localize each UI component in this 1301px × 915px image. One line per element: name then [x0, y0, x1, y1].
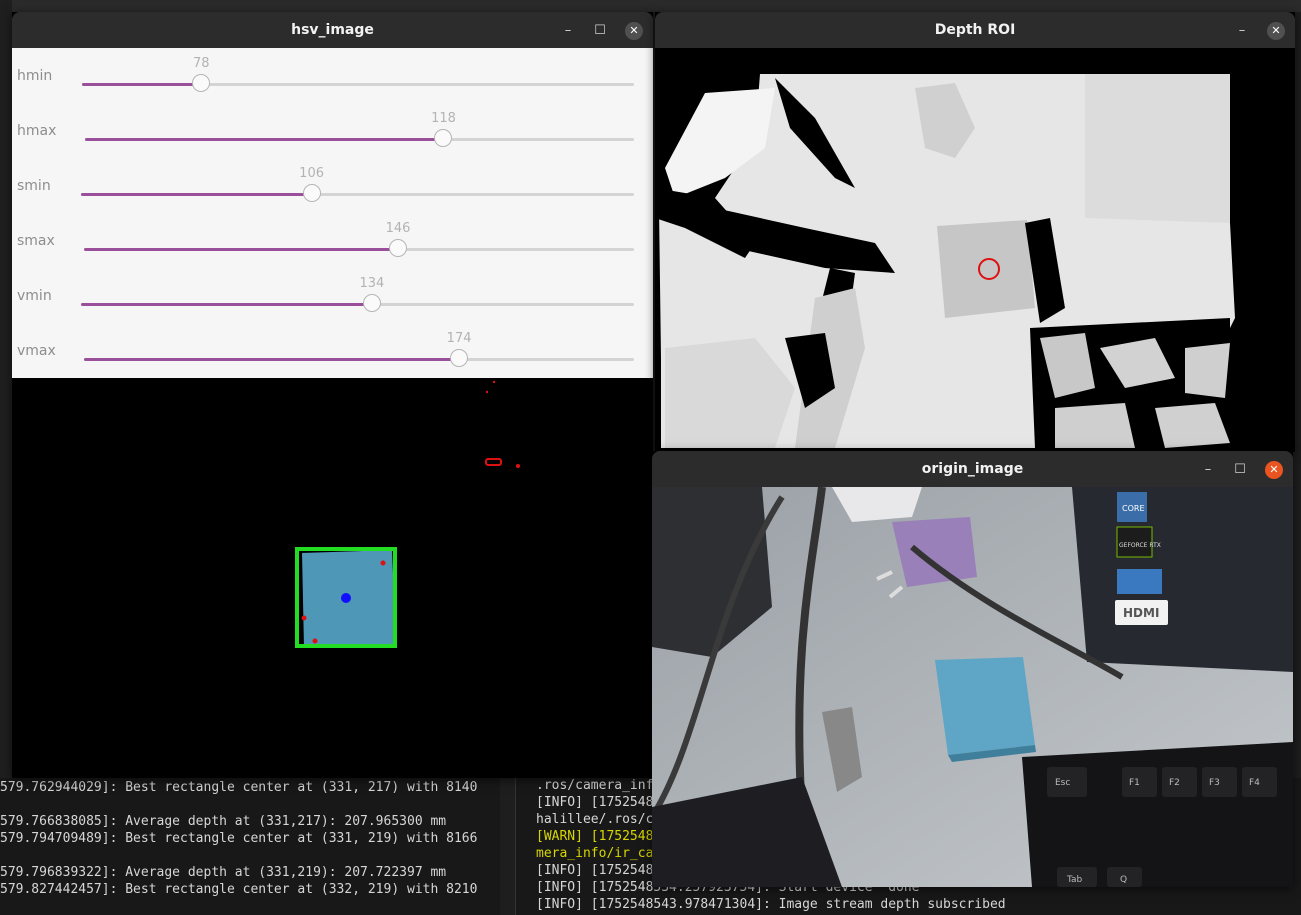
trackbar-label: smax: [17, 233, 55, 249]
trackbar-smax[interactable]: smax 146: [12, 213, 653, 268]
terminal-line: 579.827442457]: Best rectangle center at…: [0, 882, 478, 897]
trackbar-fill: [84, 358, 460, 361]
trackbar-track[interactable]: [82, 74, 634, 92]
trackbar-value: 174: [446, 331, 472, 346]
noise-dot: [485, 390, 489, 394]
terminal-left[interactable]: 579.762944029]: Best rectangle center at…: [0, 778, 500, 915]
terminal-line: 579.762944029]: Best rectangle center at…: [0, 780, 478, 795]
trackbar-vmax[interactable]: vmax 174: [12, 323, 653, 378]
trackbar-fill: [82, 83, 202, 86]
depth-window-titlebar[interactable]: Depth ROI – ✕: [655, 12, 1295, 48]
core-badge-text: CORE: [1122, 504, 1145, 513]
noise-dot: [516, 464, 520, 468]
geforce-badge-text: GEFORCE RTX: [1119, 542, 1161, 549]
terminal-line: [WARN] [1752548: [536, 829, 654, 844]
key-q: Q: [1120, 875, 1127, 885]
maximize-icon[interactable]: ☐: [1231, 461, 1249, 479]
purple-charger: [892, 517, 977, 587]
key-f2: F2: [1169, 778, 1180, 788]
trackbar-track[interactable]: [84, 239, 634, 257]
trackbar-handle[interactable]: [389, 239, 408, 257]
trackbar-smin[interactable]: smin 106: [12, 158, 653, 213]
trackbar-value: 134: [359, 276, 385, 291]
origin-image-window[interactable]: origin_image – ☐ ✕ CORE GEFORCE RTX HDMI: [652, 451, 1293, 887]
camera-color-image: CORE GEFORCE RTX HDMI Esc F1 F2 F3 F4 Ta…: [652, 486, 1293, 887]
trackbar-label: vmin: [17, 288, 52, 304]
trackbar-track[interactable]: [81, 294, 634, 312]
hdmi-text: HDMI: [1123, 606, 1159, 620]
origin-window-titlebar[interactable]: origin_image – ☐ ✕: [652, 451, 1293, 487]
hsv-image-window[interactable]: hsv_image – ☐ ✕ hmin 78 hmax 118 smin 106 smax…: [12, 12, 653, 778]
terminal-line: 579.794709489]: Best rectangle center at…: [0, 831, 478, 846]
terminal-line: 579.796839322]: Average depth at (331,21…: [0, 865, 447, 880]
terminal-line: mera_info/ir_ca: [536, 846, 654, 861]
trackbar-vmin[interactable]: vmin 134: [12, 268, 653, 323]
trackbar-handle[interactable]: [362, 294, 381, 312]
trackbar-handle[interactable]: [302, 184, 321, 202]
hsv-mask-view: [12, 378, 653, 778]
trackbar-panel: hmin 78 hmax 118 smin 106 smax 146 vmin 134 vmax 17…: [12, 48, 653, 378]
maximize-icon[interactable]: ☐: [591, 22, 609, 40]
corner-dot: [312, 638, 318, 644]
depth-roi-window[interactable]: Depth ROI – ✕: [655, 12, 1295, 452]
terminal-line: .ros/camera_inf: [536, 778, 654, 793]
trackbar-track[interactable]: [81, 184, 634, 202]
trackbar-label: hmax: [17, 123, 57, 139]
trackbar-handle[interactable]: [450, 349, 469, 367]
minimize-icon[interactable]: –: [1233, 22, 1251, 40]
terminal-line: [INFO] [1752548543.978471304]: Image str…: [536, 897, 1006, 912]
trackbar-fill: [81, 303, 372, 306]
close-icon[interactable]: ✕: [625, 22, 643, 40]
detection-center-dot: [341, 593, 351, 603]
trackbar-value: 118: [431, 111, 456, 126]
close-icon[interactable]: ✕: [1267, 22, 1285, 40]
trackbar-fill: [84, 248, 399, 251]
trackbar-handle[interactable]: [192, 74, 211, 92]
trackbar-label: hmin: [17, 68, 53, 84]
terminal-line: 579.766838085]: Average depth at (331,21…: [0, 814, 447, 829]
key-f3: F3: [1209, 778, 1220, 788]
trackbar-hmax[interactable]: hmax 118: [12, 103, 653, 158]
trackbar-value: 78: [192, 56, 210, 71]
trackbar-fill: [81, 193, 312, 196]
minimize-icon[interactable]: –: [559, 22, 577, 40]
corner-dot: [380, 560, 386, 566]
trackbar-fill: [85, 138, 444, 141]
minimize-icon[interactable]: –: [1199, 461, 1217, 479]
hsv-mask-image: [12, 378, 653, 778]
trackbar-handle[interactable]: [434, 129, 453, 147]
blue-cube: [935, 657, 1035, 755]
trackbar-value: 146: [385, 221, 411, 236]
keyboard: [1022, 742, 1293, 887]
ide-tab-bar: [0, 0, 1301, 14]
terminal-line: [INFO] [1752548: [536, 795, 654, 810]
key-tab: Tab: [1066, 875, 1083, 885]
camera-color-view: CORE GEFORCE RTX HDMI Esc F1 F2 F3 F4 Ta…: [652, 486, 1293, 887]
key-f1: F1: [1129, 778, 1140, 788]
window-title: hsv_image: [291, 22, 374, 38]
terminal-line: halillee/.ros/c: [536, 812, 654, 827]
key-esc: Esc: [1055, 778, 1070, 788]
trackbar-hmin[interactable]: hmin 78: [12, 48, 653, 103]
key-f4: F4: [1249, 778, 1260, 788]
noise-dot: [492, 380, 496, 384]
terminal-line: [INFO] [1752548: [536, 863, 654, 878]
depth-roi-view: [655, 48, 1295, 452]
depth-image: [655, 48, 1295, 452]
window-title: Depth ROI: [934, 22, 1016, 38]
corner-dot: [301, 615, 307, 621]
close-icon[interactable]: ✕: [1265, 461, 1283, 479]
trackbar-label: smin: [17, 178, 51, 194]
window-title: origin_image: [921, 461, 1024, 477]
trackbar-track[interactable]: [85, 129, 634, 147]
trackbar-label: vmax: [17, 343, 56, 359]
hsv-window-titlebar[interactable]: hsv_image – ☐ ✕: [12, 12, 653, 48]
trackbar-value: 106: [299, 166, 325, 181]
trackbar-track[interactable]: [84, 349, 634, 367]
